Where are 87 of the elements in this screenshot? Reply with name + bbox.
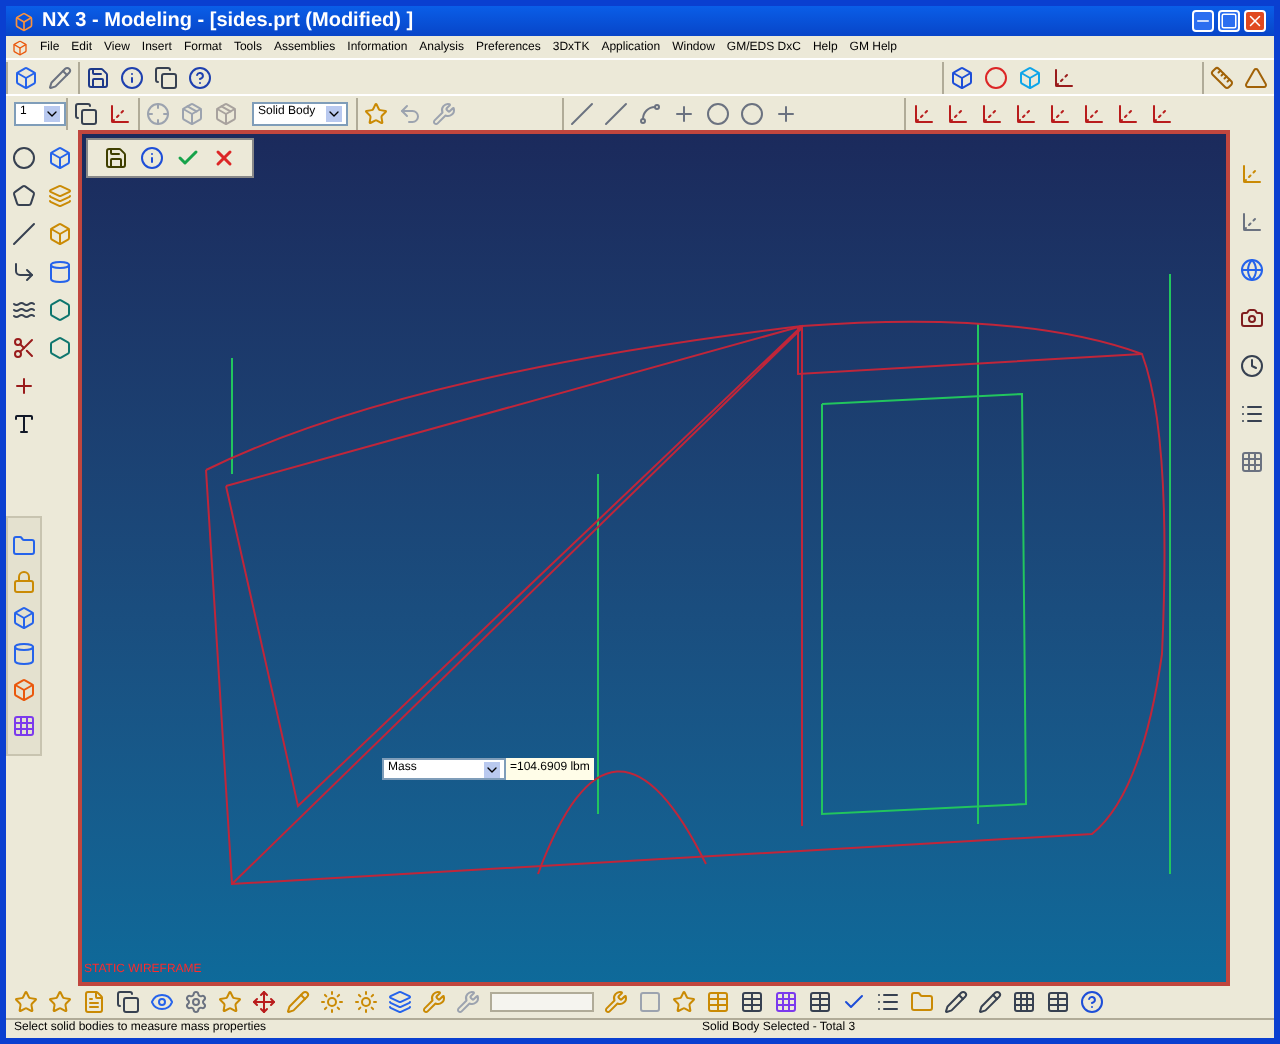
window-title: NX 3 - Modeling - [sides.prt (Modified) ] [42, 8, 414, 36]
grid-icon[interactable] [1240, 450, 1264, 474]
axes-icon[interactable] [1052, 65, 1076, 89]
axes-icon[interactable] [980, 101, 1004, 125]
camera-icon[interactable] [1240, 306, 1264, 330]
line-icon[interactable] [604, 101, 628, 125]
axes-icon[interactable] [1116, 101, 1140, 125]
minimize-icon[interactable] [1192, 10, 1214, 32]
cylinder-icon[interactable] [48, 260, 72, 284]
check-icon[interactable] [842, 990, 866, 1014]
star-icon[interactable] [14, 990, 38, 1014]
triangle-icon[interactable] [1244, 65, 1268, 89]
curve-icon[interactable] [638, 101, 662, 125]
plus-icon[interactable] [774, 101, 798, 125]
axes-icon[interactable] [912, 101, 936, 125]
dropdown-arrow-icon [326, 105, 342, 121]
layers-icon[interactable] [388, 990, 412, 1014]
plus-icon[interactable] [12, 374, 36, 398]
hexagon-icon[interactable] [48, 336, 72, 360]
pencil-icon[interactable] [978, 990, 1002, 1014]
clock-icon[interactable] [1240, 354, 1264, 378]
app-icon [14, 11, 34, 31]
line-icon[interactable] [12, 222, 36, 246]
axes-icon[interactable] [1014, 101, 1038, 125]
folder-icon[interactable] [910, 990, 934, 1014]
spline-icon[interactable] [12, 298, 36, 322]
info-icon[interactable] [120, 65, 144, 89]
cube-icon[interactable] [950, 65, 974, 89]
axes-icon[interactable] [1048, 101, 1072, 125]
axes-icon[interactable] [1240, 210, 1264, 234]
save-icon[interactable] [104, 146, 128, 170]
wrench-icon[interactable] [604, 990, 628, 1014]
circle-icon[interactable] [740, 101, 764, 125]
move-icon[interactable] [252, 990, 276, 1014]
check-icon[interactable] [176, 146, 200, 170]
info-icon[interactable] [140, 146, 164, 170]
grid-icon[interactable] [774, 990, 798, 1014]
cube-icon[interactable] [12, 678, 36, 702]
axes-icon[interactable] [1150, 101, 1174, 125]
copy-icon[interactable] [154, 65, 178, 89]
pencil-icon[interactable] [48, 65, 72, 89]
cube-icon[interactable] [48, 146, 72, 170]
app-icon [12, 39, 28, 55]
axes-icon[interactable] [1082, 101, 1106, 125]
pencil-icon[interactable] [944, 990, 968, 1014]
help-icon[interactable] [188, 65, 212, 89]
lock-icon[interactable] [12, 570, 36, 594]
star-icon[interactable] [48, 990, 72, 1014]
dropdown-arrow-icon [484, 761, 500, 777]
close-icon[interactable] [1244, 10, 1266, 32]
table-icon[interactable] [740, 990, 764, 1014]
help-icon[interactable] [1080, 990, 1104, 1014]
star-icon[interactable] [218, 990, 242, 1014]
cube-icon[interactable] [12, 606, 36, 630]
copy-icon[interactable] [74, 101, 98, 125]
axes-icon[interactable] [108, 101, 132, 125]
sun-icon[interactable] [354, 990, 378, 1014]
cylinder-icon[interactable] [12, 642, 36, 666]
page-icon[interactable] [82, 990, 106, 1014]
star-icon[interactable] [672, 990, 696, 1014]
circle-icon[interactable] [12, 146, 36, 170]
cube-icon[interactable] [14, 65, 38, 89]
globe-icon[interactable] [1240, 258, 1264, 282]
close-icon[interactable] [212, 146, 236, 170]
ruler-icon[interactable] [1210, 65, 1234, 89]
cube-icon[interactable] [1018, 65, 1042, 89]
axes-icon[interactable] [946, 101, 970, 125]
gear-icon[interactable] [184, 990, 208, 1014]
table-icon[interactable] [808, 990, 832, 1014]
text-icon[interactable] [12, 412, 36, 436]
line-icon[interactable] [570, 101, 594, 125]
layers-icon[interactable] [48, 184, 72, 208]
sun-icon[interactable] [320, 990, 344, 1014]
wrench-icon[interactable] [422, 990, 446, 1014]
circle-icon[interactable] [706, 101, 730, 125]
maximize-icon[interactable] [1218, 10, 1240, 32]
hexagon-icon[interactable] [48, 298, 72, 322]
copy-icon[interactable] [116, 990, 140, 1014]
table-icon[interactable] [1046, 990, 1070, 1014]
star-icon[interactable] [364, 101, 388, 125]
mesh-icon[interactable] [12, 714, 36, 738]
pentagon-icon[interactable] [12, 184, 36, 208]
cube-icon[interactable] [48, 222, 72, 246]
dropdown-arrow-icon [44, 105, 60, 121]
eye-icon[interactable] [150, 990, 174, 1014]
grid-icon[interactable] [1012, 990, 1036, 1014]
save-icon[interactable] [86, 65, 110, 89]
